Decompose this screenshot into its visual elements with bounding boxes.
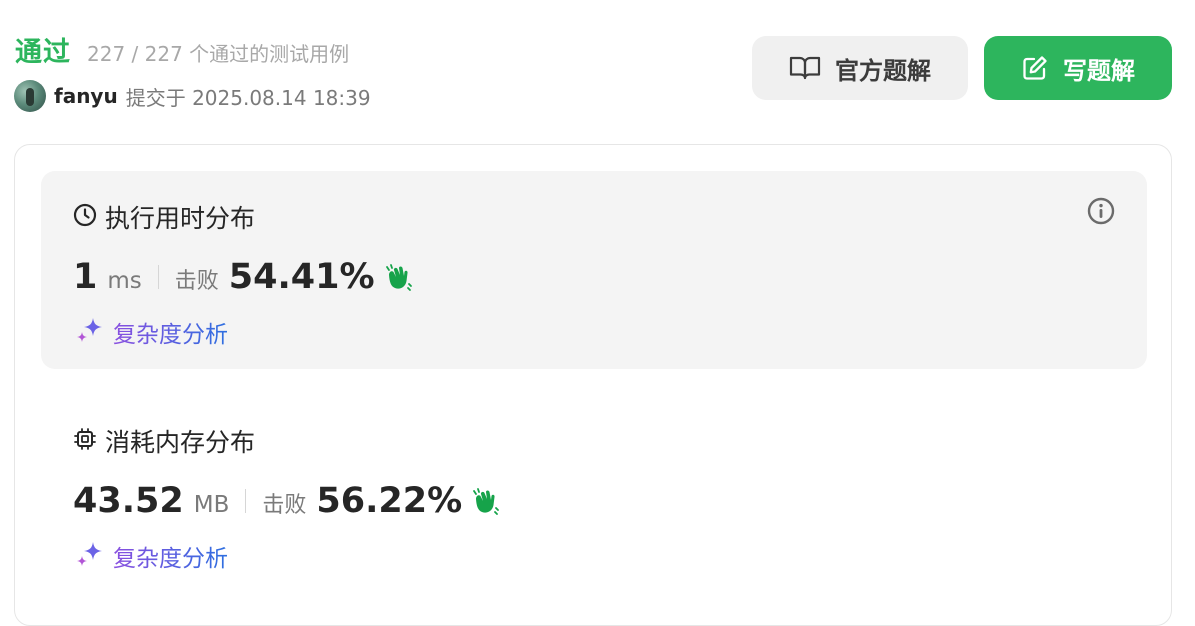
official-solution-button[interactable]: 官方题解	[752, 36, 968, 100]
runtime-complexity-link[interactable]: 复杂度分析	[73, 315, 228, 349]
sparkles-icon	[73, 315, 107, 349]
write-solution-label: 写题解	[1063, 56, 1135, 85]
runtime-card[interactable]: 执行用时分布 1 ms 击败 54.41% 复杂度分析	[41, 171, 1147, 369]
memory-beat-label: 击败	[262, 493, 307, 518]
sparkles-icon	[73, 539, 107, 573]
edit-icon	[1021, 54, 1049, 82]
runtime-value: 1	[73, 257, 98, 297]
info-icon[interactable]	[1087, 197, 1115, 225]
metric-divider	[245, 489, 247, 513]
submission-header: 通过 227 / 227 个通过的测试用例 fanyu 提交于 2025.08.…	[0, 0, 1195, 130]
clapping-hands-icon	[470, 486, 500, 516]
metric-divider	[157, 265, 159, 289]
username-link[interactable]: fanyu	[54, 84, 118, 108]
write-solution-button[interactable]: 写题解	[984, 36, 1172, 100]
memory-title: 消耗内存分布	[73, 423, 255, 459]
memory-title-label: 消耗内存分布	[105, 428, 256, 457]
memory-complexity-link[interactable]: 复杂度分析	[73, 539, 228, 573]
result-panel: 执行用时分布 1 ms 击败 54.41% 复杂度分析 消耗内存分布 43.52…	[14, 144, 1172, 626]
runtime-beat-label: 击败	[174, 269, 219, 294]
official-solution-label: 官方题解	[835, 56, 931, 85]
memory-metric: 43.52 MB 击败 56.22%	[73, 481, 500, 521]
runtime-unit: ms	[107, 268, 142, 294]
memory-value: 43.52	[73, 481, 184, 521]
runtime-title: 执行用时分布	[73, 199, 255, 235]
book-icon	[789, 55, 821, 81]
submitter-info: fanyu 提交于 2025.08.14 18:39	[14, 80, 371, 112]
avatar[interactable]	[14, 80, 46, 112]
memory-card[interactable]: 消耗内存分布 43.52 MB 击败 56.22% 复杂度分析	[41, 395, 1147, 595]
memory-unit: MB	[193, 492, 230, 518]
memory-beat-percent: 56.22%	[316, 481, 463, 521]
runtime-beat-percent: 54.41%	[228, 257, 375, 297]
status-line: 通过 227 / 227 个通过的测试用例	[15, 30, 349, 69]
clock-icon	[73, 203, 97, 231]
testcase-count: 227 / 227 个通过的测试用例	[87, 42, 350, 66]
submitted-time: 提交于 2025.08.14 18:39	[125, 85, 371, 110]
runtime-metric: 1 ms 击败 54.41%	[73, 257, 413, 297]
clapping-hands-icon	[383, 262, 413, 292]
runtime-complexity-label: 复杂度分析	[113, 315, 228, 349]
status-title: 通过	[15, 37, 71, 68]
chip-icon	[73, 427, 97, 455]
runtime-title-label: 执行用时分布	[105, 204, 256, 233]
memory-complexity-label: 复杂度分析	[113, 539, 228, 573]
